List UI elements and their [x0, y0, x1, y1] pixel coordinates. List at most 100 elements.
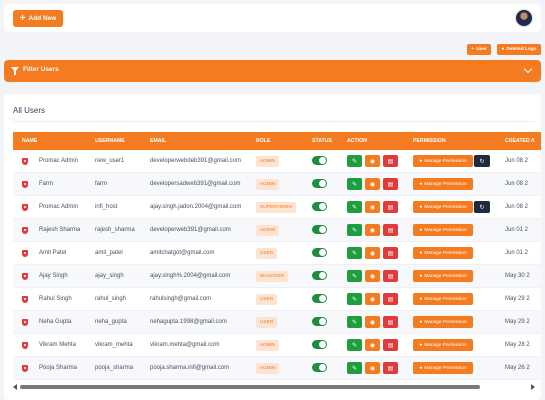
manage-permission-button[interactable]: ● Manage Permission: [413, 155, 473, 167]
column-header-username[interactable]: USERNAME: [95, 138, 125, 144]
manage-permission-button[interactable]: ● Manage Permission: [413, 178, 473, 190]
edit-button[interactable]: ✎: [347, 270, 362, 282]
shield-icon: [22, 342, 28, 349]
user-icon: ●: [419, 296, 423, 302]
edit-button[interactable]: ✎: [347, 339, 362, 351]
view-button[interactable]: ◉: [365, 155, 380, 167]
delete-button[interactable]: ▤: [383, 316, 398, 328]
shield-icon: [22, 227, 28, 234]
user-icon: ●: [419, 181, 423, 187]
shield-icon: [22, 204, 28, 211]
delete-button[interactable]: ▤: [383, 247, 398, 259]
delete-button[interactable]: ▤: [383, 339, 398, 351]
role-badge: ADMIN: [256, 363, 280, 374]
manage-permission-button[interactable]: ● Manage Permission: [413, 247, 473, 259]
edit-button[interactable]: ✎: [347, 155, 362, 167]
column-header-name[interactable]: NAME: [22, 138, 37, 144]
view-button[interactable]: ◉: [365, 270, 380, 282]
user-username: vikram_mehta: [95, 342, 133, 348]
column-header-role[interactable]: ROLE: [256, 138, 270, 144]
delete-button[interactable]: ▤: [383, 178, 398, 190]
created-date: Jun 01 2: [505, 250, 529, 256]
deleted-logs-button[interactable]: ● Deleted Logs: [497, 44, 541, 55]
edit-button[interactable]: ✎: [347, 247, 362, 259]
scrollbar-thumb[interactable]: [20, 385, 480, 389]
edit-button[interactable]: ✎: [347, 201, 362, 213]
filter-users-bar[interactable]: Filter Users: [4, 60, 541, 82]
user-email: ajay.singh.jadon.2004@gmail.com: [150, 204, 242, 210]
edit-button[interactable]: ✎: [347, 316, 362, 328]
reset-button[interactable]: ↻: [474, 201, 490, 213]
eye-icon: ◉: [369, 204, 376, 211]
delete-button[interactable]: ▤: [383, 155, 398, 167]
user-name: Vikram Mehta: [39, 342, 76, 348]
delete-button[interactable]: ▤: [383, 270, 398, 282]
avatar[interactable]: [515, 9, 533, 27]
pencil-icon: ✎: [351, 181, 358, 188]
status-toggle[interactable]: [312, 363, 327, 372]
status-toggle[interactable]: [312, 156, 327, 165]
user-button-label: User: [476, 47, 487, 52]
view-button[interactable]: ◉: [365, 224, 380, 236]
role-badge: ADMIN: [256, 340, 280, 351]
view-button[interactable]: ◉: [365, 339, 380, 351]
delete-button[interactable]: ▤: [383, 293, 398, 305]
view-button[interactable]: ◉: [365, 178, 380, 190]
user-username: farm: [95, 181, 107, 187]
status-toggle[interactable]: [312, 248, 327, 257]
column-header-created[interactable]: CREATED A: [505, 138, 535, 144]
user-icon: ●: [419, 250, 423, 256]
edit-button[interactable]: ✎: [347, 224, 362, 236]
scroll-right-icon[interactable]: [531, 384, 535, 390]
column-header-action: ACTION: [347, 138, 367, 144]
status-toggle[interactable]: [312, 225, 327, 234]
status-toggle[interactable]: [312, 317, 327, 326]
user-username: infi_host: [95, 204, 118, 210]
eye-icon: ◉: [369, 181, 376, 188]
status-toggle[interactable]: [312, 271, 327, 280]
manage-permission-button[interactable]: ● Manage Permission: [413, 201, 473, 213]
user-email: rahulsingh@gmail.com: [150, 296, 212, 302]
delete-button[interactable]: ▤: [383, 362, 398, 374]
delete-button[interactable]: ▤: [383, 201, 398, 213]
user-email: developerwebdeb391@gmail.com: [150, 158, 241, 164]
divider: [13, 121, 535, 122]
view-button[interactable]: ◉: [365, 201, 380, 213]
status-toggle[interactable]: [312, 179, 327, 188]
edit-button[interactable]: ✎: [347, 178, 362, 190]
column-header-email[interactable]: EMAIL: [150, 138, 166, 144]
table-row: Vikram Mehta vikram_mehta vikram.mehta@gma…: [13, 334, 541, 357]
manage-permission-label: Manage Permission: [424, 181, 467, 187]
edit-button[interactable]: ✎: [347, 362, 362, 374]
view-button[interactable]: ◉: [365, 293, 380, 305]
manage-permission-button[interactable]: ● Manage Permission: [413, 270, 473, 282]
chevron-down-icon[interactable]: [523, 64, 533, 74]
manage-permission-button[interactable]: ● Manage Permission: [413, 293, 473, 305]
shield-icon: [22, 158, 28, 165]
column-header-status[interactable]: STATUS: [312, 138, 332, 144]
manage-permission-button[interactable]: ● Manage Permission: [413, 362, 473, 374]
shield-icon: [22, 365, 28, 372]
view-button[interactable]: ◉: [365, 247, 380, 259]
user-name: Rajesh Sharma: [39, 227, 81, 233]
eye-icon: ◉: [369, 227, 376, 234]
status-toggle[interactable]: [312, 340, 327, 349]
status-toggle[interactable]: [312, 294, 327, 303]
delete-button[interactable]: ▤: [383, 224, 398, 236]
reset-button[interactable]: ↻: [474, 155, 490, 167]
edit-button[interactable]: ✎: [347, 293, 362, 305]
role-badge: MANAGER: [256, 271, 289, 282]
manage-permission-button[interactable]: ● Manage Permission: [413, 224, 473, 236]
add-new-button[interactable]: + Add New: [13, 10, 63, 27]
status-toggle[interactable]: [312, 202, 327, 211]
view-button[interactable]: ◉: [365, 316, 380, 328]
trash-icon: ▤: [387, 158, 394, 165]
view-button[interactable]: ◉: [365, 362, 380, 374]
eye-icon: ◉: [369, 365, 376, 372]
manage-permission-button[interactable]: ● Manage Permission: [413, 316, 473, 328]
table-row: Rajesh Sharma rajesh_sharma developerweb39…: [13, 219, 541, 242]
scroll-left-icon[interactable]: [13, 384, 17, 390]
add-user-button[interactable]: + User: [467, 44, 491, 55]
manage-permission-button[interactable]: ● Manage Permission: [413, 339, 473, 351]
user-email: amitchatgot@gmail.com: [150, 250, 215, 256]
